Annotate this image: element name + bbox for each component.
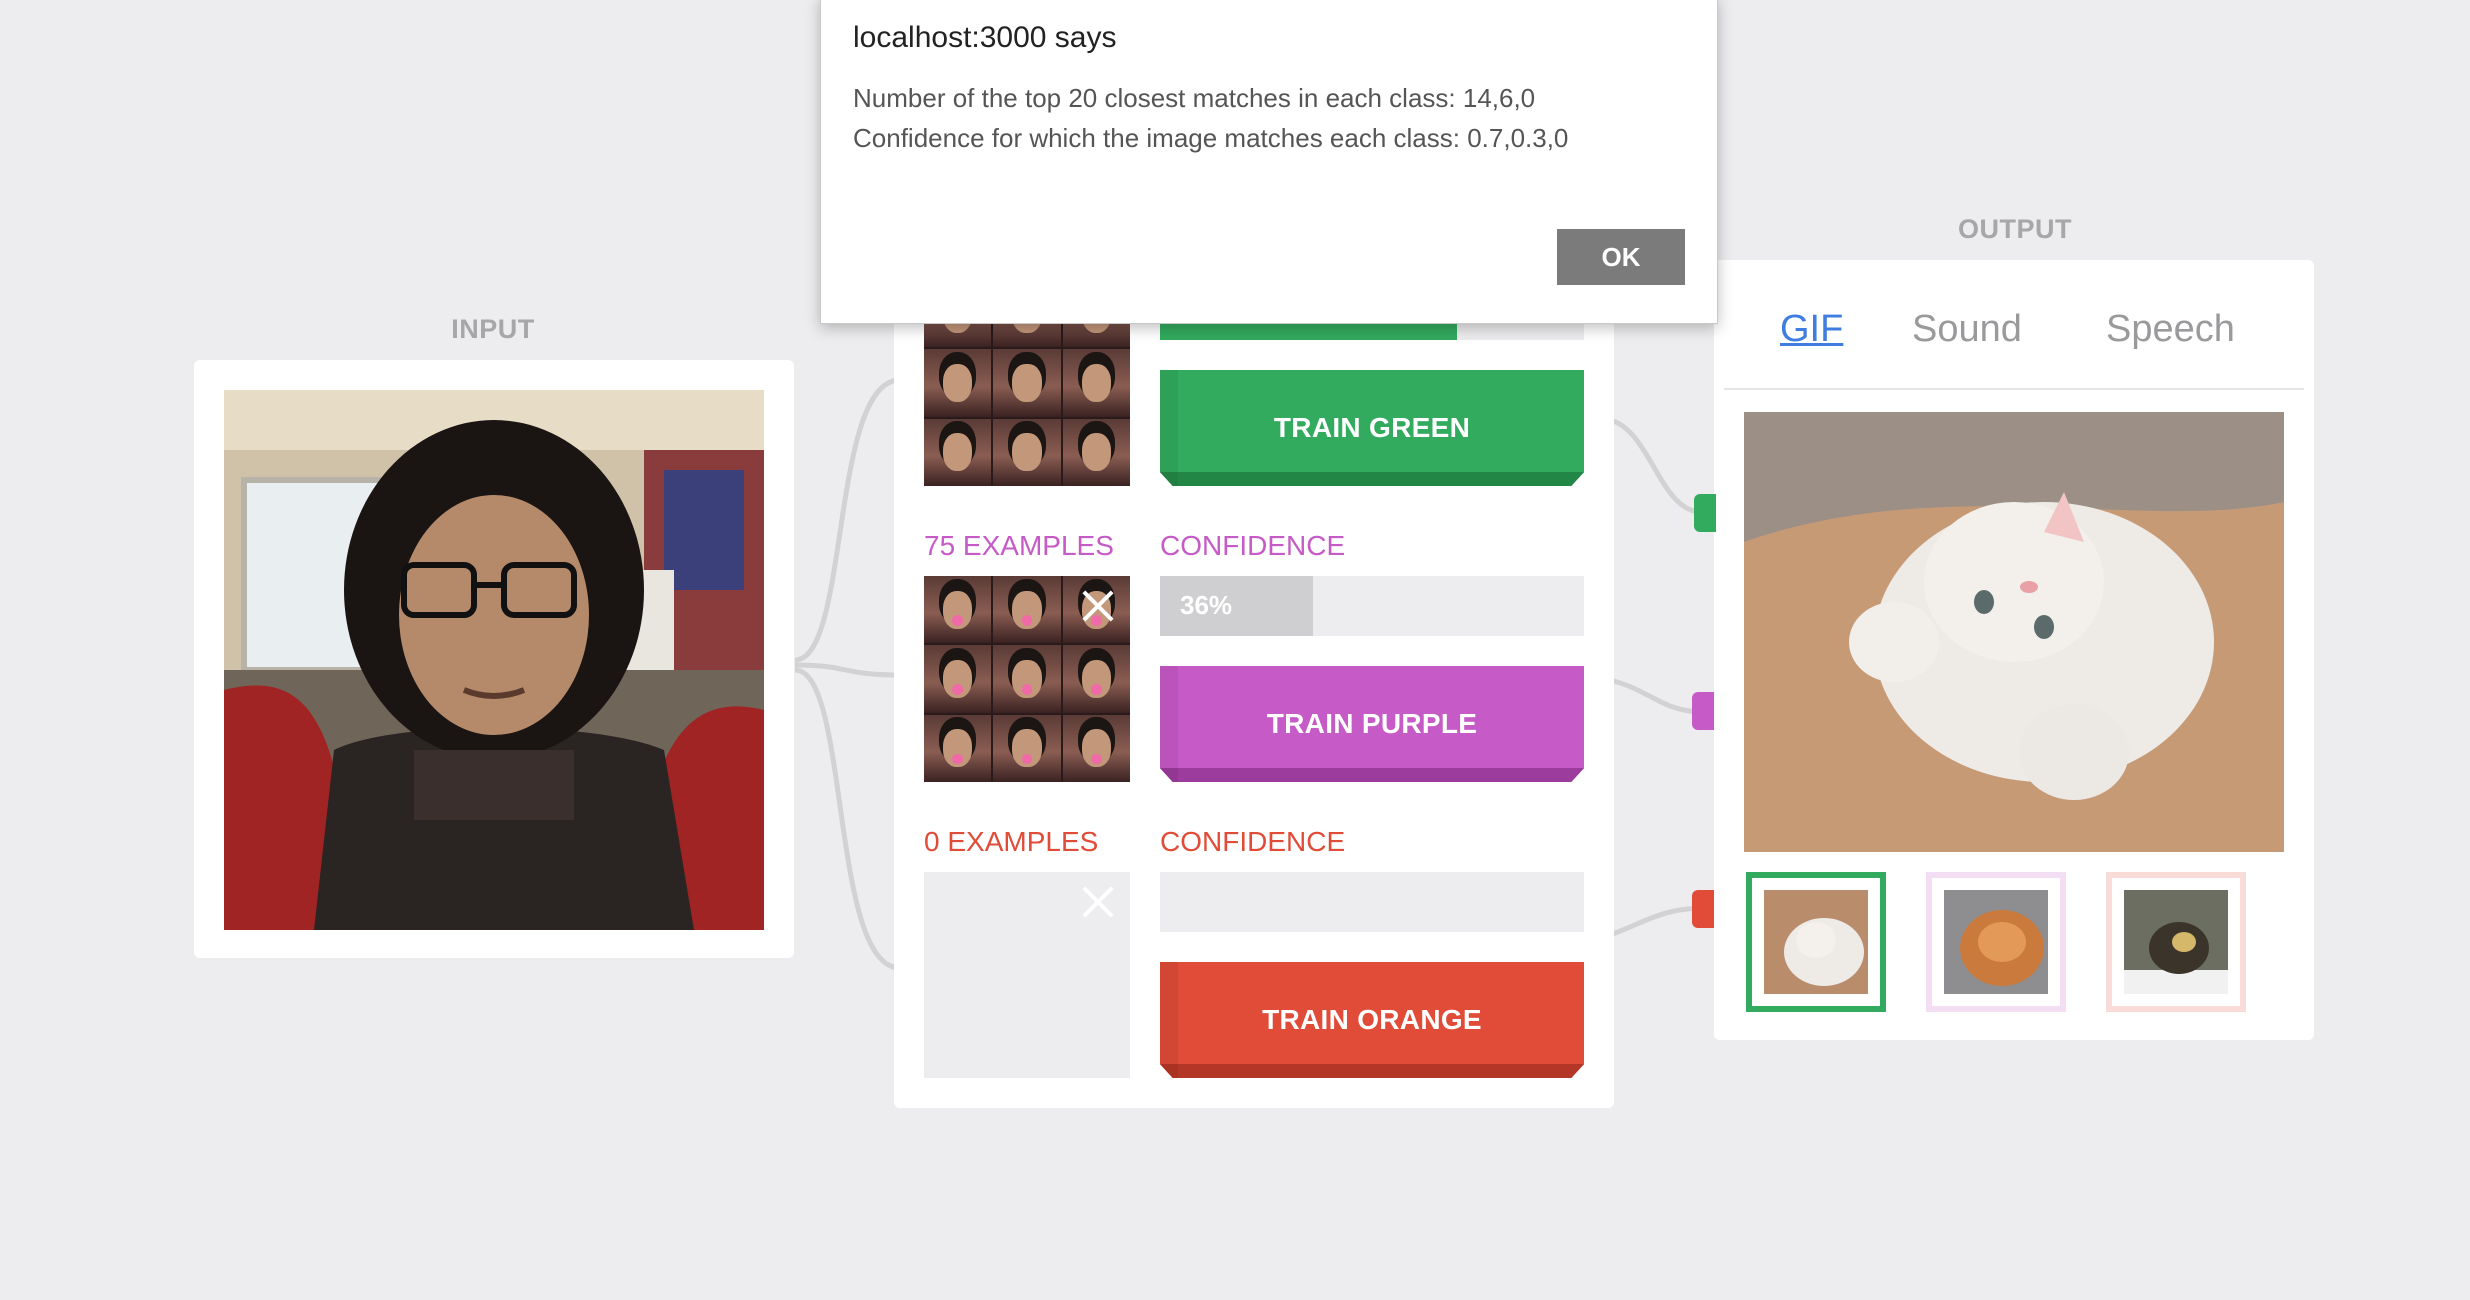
example-thumbnail bbox=[993, 418, 1061, 486]
train-orange-button[interactable]: TRAIN ORANGE bbox=[1160, 962, 1584, 1078]
tab-sound[interactable]: Sound bbox=[1912, 308, 2022, 351]
class-orange-confidence-bar bbox=[1160, 872, 1584, 932]
example-thumbnail bbox=[924, 576, 992, 644]
example-face bbox=[942, 364, 973, 402]
class-purple-confidence-label: CONFIDENCE bbox=[1160, 530, 1346, 561]
example-face bbox=[1012, 364, 1042, 402]
output-connector-orange bbox=[1692, 890, 1714, 928]
example-thumbnail bbox=[993, 576, 1061, 644]
dialog-ok-button[interactable]: OK bbox=[1557, 229, 1685, 285]
output-section-label: OUTPUT bbox=[1958, 214, 2072, 244]
tab-divider bbox=[1724, 388, 2304, 390]
example-accent-dot bbox=[952, 615, 964, 626]
train-purple-label: TRAIN PURPLE bbox=[1266, 708, 1478, 739]
clear-purple-examples-icon[interactable] bbox=[1080, 588, 1116, 624]
example-accent-dot bbox=[1090, 684, 1102, 696]
output-panel: GIF Sound Speech bbox=[1714, 260, 2314, 1040]
example-thumbnail bbox=[924, 418, 992, 486]
output-connector-green bbox=[1694, 494, 1716, 532]
train-green-label: TRAIN GREEN bbox=[1273, 412, 1471, 443]
example-face bbox=[1012, 433, 1042, 472]
example-thumbnail bbox=[993, 714, 1061, 782]
example-thumbnail bbox=[924, 714, 992, 782]
example-thumbnail bbox=[1062, 349, 1130, 417]
class-purple-confidence-bar: 36% bbox=[1160, 576, 1584, 636]
class-purple-examples-count: 75 EXAMPLES bbox=[924, 530, 1114, 561]
example-thumbnail bbox=[1062, 645, 1130, 713]
example-thumbnail bbox=[993, 645, 1061, 713]
class-purple-confidence-value: 36% bbox=[1180, 590, 1233, 620]
train-orange-label: TRAIN ORANGE bbox=[1262, 1004, 1482, 1035]
class-orange-examples-count: 0 EXAMPLES bbox=[924, 826, 1099, 857]
dialog-message-line-2: Confidence for which the image matches e… bbox=[853, 123, 1569, 153]
class-orange-examples bbox=[924, 872, 1130, 1078]
clear-orange-examples-icon[interactable] bbox=[1080, 884, 1116, 920]
dialog-title: localhost:3000 says bbox=[853, 21, 1117, 54]
example-thumbnail bbox=[1062, 418, 1130, 486]
example-face bbox=[1081, 433, 1112, 472]
webcam-feed bbox=[224, 390, 764, 930]
example-thumbnail bbox=[924, 645, 992, 713]
input-section-label: INPUT bbox=[451, 314, 535, 344]
example-thumbnail bbox=[924, 349, 992, 417]
output-gif bbox=[1744, 412, 2284, 852]
class-purple-examples bbox=[924, 576, 1130, 782]
train-green-button[interactable]: TRAIN GREEN bbox=[1160, 370, 1584, 486]
example-accent-dot bbox=[1090, 753, 1102, 765]
alert-dialog: localhost:3000 says Number of the top 20… bbox=[820, 0, 1718, 324]
output-connector-purple bbox=[1692, 692, 1714, 730]
class-orange-confidence-label: CONFIDENCE bbox=[1160, 826, 1346, 857]
input-panel bbox=[194, 360, 794, 958]
tab-gif[interactable]: GIF bbox=[1780, 308, 1843, 351]
example-face bbox=[1081, 364, 1112, 402]
example-face bbox=[942, 433, 973, 472]
example-thumbnail bbox=[1062, 714, 1130, 782]
output-gif-thumb-2[interactable] bbox=[1926, 872, 2066, 1012]
dialog-message-line-1: Number of the top 20 closest matches in … bbox=[853, 83, 1536, 113]
example-accent-dot bbox=[1021, 615, 1033, 626]
example-thumbnail bbox=[993, 349, 1061, 417]
output-gif-thumb-3[interactable] bbox=[2106, 872, 2246, 1012]
train-purple-button[interactable]: TRAIN PURPLE bbox=[1160, 666, 1584, 782]
tab-speech[interactable]: Speech bbox=[2106, 308, 2235, 351]
output-gif-thumb-1[interactable] bbox=[1746, 872, 1886, 1012]
